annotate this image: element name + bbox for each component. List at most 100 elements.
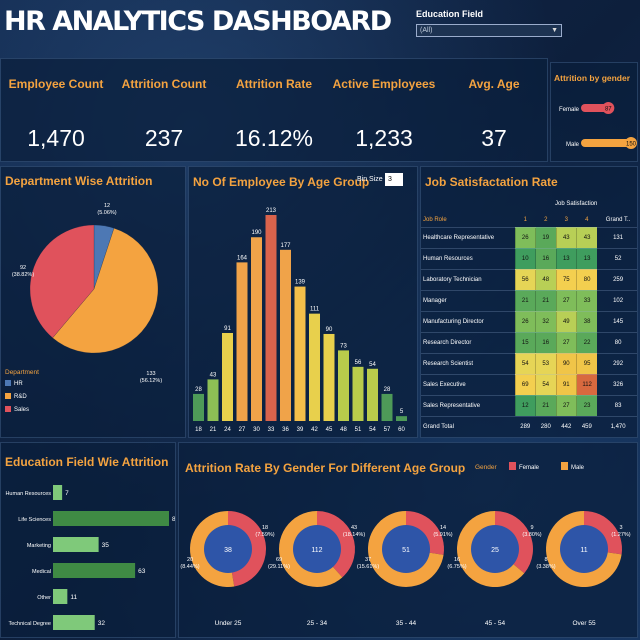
donut-female-pct: (3.80%) xyxy=(522,532,541,538)
satisfaction-cell: 53 xyxy=(535,353,557,375)
pie-value-label: 92 xyxy=(20,265,26,271)
pie-pct-label: (38.82%) xyxy=(12,272,34,278)
donut-male-value: 8 xyxy=(544,557,547,563)
job-role-cell: Sales Representative xyxy=(421,395,515,417)
donut-legend-swatch-male xyxy=(561,462,568,470)
kpi-employee-count-label: Employee Count xyxy=(8,77,104,91)
age-bar xyxy=(367,368,378,421)
edu-bar xyxy=(53,511,169,526)
donut-female-value: 43 xyxy=(351,525,357,531)
row-total-cell: 259 xyxy=(597,269,637,291)
edu-bar xyxy=(53,537,99,552)
age-bar-value: 5 xyxy=(400,409,404,415)
pie-legend-swatch xyxy=(5,380,11,386)
satisfaction-cell: 10 xyxy=(514,248,536,270)
job-role-cell: Research Scientist xyxy=(421,353,515,375)
education-field-bar-chart: Human Resources 7 Life Sciences 89 Marketing… xyxy=(5,485,176,630)
donut-female-value: 3 xyxy=(619,525,622,531)
age-bar xyxy=(236,262,248,421)
gender-age-panel: Attrition Rate By Gender For Different A… xyxy=(178,442,638,638)
satisfaction-cell: 13 xyxy=(555,248,577,270)
table-row: Healthcare Representative 26 19 43 43 131 xyxy=(421,227,637,249)
donut-female-value: 9 xyxy=(530,525,533,531)
donut-legend-label-male: Male xyxy=(571,465,585,471)
job-satisfaction-title: Job Satisfactation Rate xyxy=(425,175,558,189)
edu-bar xyxy=(53,615,95,630)
row-total-cell: 145 xyxy=(597,311,637,333)
job-role-cell: Human Resources xyxy=(421,248,515,270)
donut-legend-swatch-female xyxy=(509,462,516,470)
age-bar xyxy=(309,313,320,421)
kpi-active-employees-label: Active Employees xyxy=(332,77,436,91)
donut-age-label: Under 25 xyxy=(215,620,242,627)
edu-bar-label: Human Resources xyxy=(5,491,51,497)
pie-value-label: 133 xyxy=(146,371,155,377)
row-total-cell: 1,470 xyxy=(597,416,637,437)
gender-bar-label: Female xyxy=(559,107,580,113)
gender-attrition-panel: Attrition by gender Female 87 Male 150 xyxy=(550,62,638,162)
pie-legend-title: Department xyxy=(5,369,39,376)
satisfaction-cell: 23 xyxy=(576,395,598,417)
filter-selected-value: (All) xyxy=(420,27,433,34)
edu-bar-value: 7 xyxy=(65,490,69,497)
age-tick-label: 27 xyxy=(239,427,246,433)
satisfaction-cell: 22 xyxy=(576,332,598,354)
age-bar xyxy=(352,366,364,421)
job-role-cell: Manager xyxy=(421,290,515,312)
age-bar xyxy=(265,215,277,421)
table-row: Sales Representative 12 21 27 23 83 xyxy=(421,395,637,417)
gender-bar-value: 87 xyxy=(605,107,612,113)
chevron-down-icon: ▼ xyxy=(551,27,558,34)
table-row: Research Director 15 16 27 22 80 xyxy=(421,332,637,354)
edu-bar-value: 89 xyxy=(172,516,176,523)
age-bar-value: 28 xyxy=(384,387,391,393)
gender-attrition-chart: Female 87 Male 150 xyxy=(559,102,637,149)
gender-bar-label: Male xyxy=(566,142,580,148)
age-bar-value: 139 xyxy=(295,280,306,286)
age-bar-value: 91 xyxy=(224,326,231,332)
donut-male-value: 20 xyxy=(187,557,193,563)
satisfaction-cell: 21 xyxy=(535,395,557,417)
satisfaction-cell: 38 xyxy=(576,311,598,333)
satisfaction-cell: 16 xyxy=(535,248,557,270)
satisfaction-cell: 54 xyxy=(514,353,536,375)
job-role-cell: Research Director xyxy=(421,332,515,354)
row-total-cell: 83 xyxy=(597,395,637,417)
satisfaction-cell: 16 xyxy=(535,332,557,354)
edu-bar-label: Technical Degree xyxy=(9,621,52,627)
donut-male-pct: (6.75%) xyxy=(447,564,466,570)
donut-total-label: 51 xyxy=(402,547,410,554)
col-header-1: 1 xyxy=(515,213,536,228)
satisfaction-cell: 27 xyxy=(555,395,577,417)
edu-bar-value: 32 xyxy=(98,620,106,627)
age-tick-label: 36 xyxy=(282,427,289,433)
table-row: Laboratory Technician 56 48 75 80 259 xyxy=(421,269,637,291)
donut-female-value: 18 xyxy=(262,525,268,531)
department-attrition-panel: Department Wise Attrition 12 (5.06%) 133 (5… xyxy=(0,166,186,438)
grand-total-cell: 280 xyxy=(535,416,557,437)
edu-bar-value: 63 xyxy=(138,568,146,575)
kpi-avg-age-label: Avg. Age xyxy=(468,77,520,91)
education-field-filter-select[interactable]: (All) ▼ xyxy=(416,24,562,37)
pie-pct-label: (5.06%) xyxy=(97,210,116,216)
satisfaction-cell: 90 xyxy=(555,353,577,375)
age-bar-value: 190 xyxy=(251,230,262,236)
job-role-header: Job Role xyxy=(421,213,515,228)
job-role-cell: Sales Executive xyxy=(421,374,515,396)
age-bar-value: 213 xyxy=(266,208,277,214)
donut-female-pct: (5.91%) xyxy=(433,532,452,538)
education-field-filter-label: Education Field xyxy=(416,9,484,19)
row-total-cell: 52 xyxy=(597,248,637,270)
donut-age-label: 45 - 54 xyxy=(485,620,506,627)
dashboard-title: HR ANALYTICS DASHBOARD xyxy=(4,6,392,37)
job-role-cell: Healthcare Representative xyxy=(421,227,515,249)
donut-female-pct: (7.59%) xyxy=(255,532,274,538)
donut-female-pct: (18.14%) xyxy=(343,532,365,538)
edu-bar xyxy=(53,563,136,578)
age-tick-label: 30 xyxy=(253,427,260,433)
donut-female-value: 14 xyxy=(440,525,446,531)
grand-total-cell: 459 xyxy=(576,416,598,437)
pie-value-label: 12 xyxy=(104,203,110,209)
donut-male-pct: (15.61%) xyxy=(357,564,379,570)
satisfaction-cell: 12 xyxy=(514,395,536,417)
